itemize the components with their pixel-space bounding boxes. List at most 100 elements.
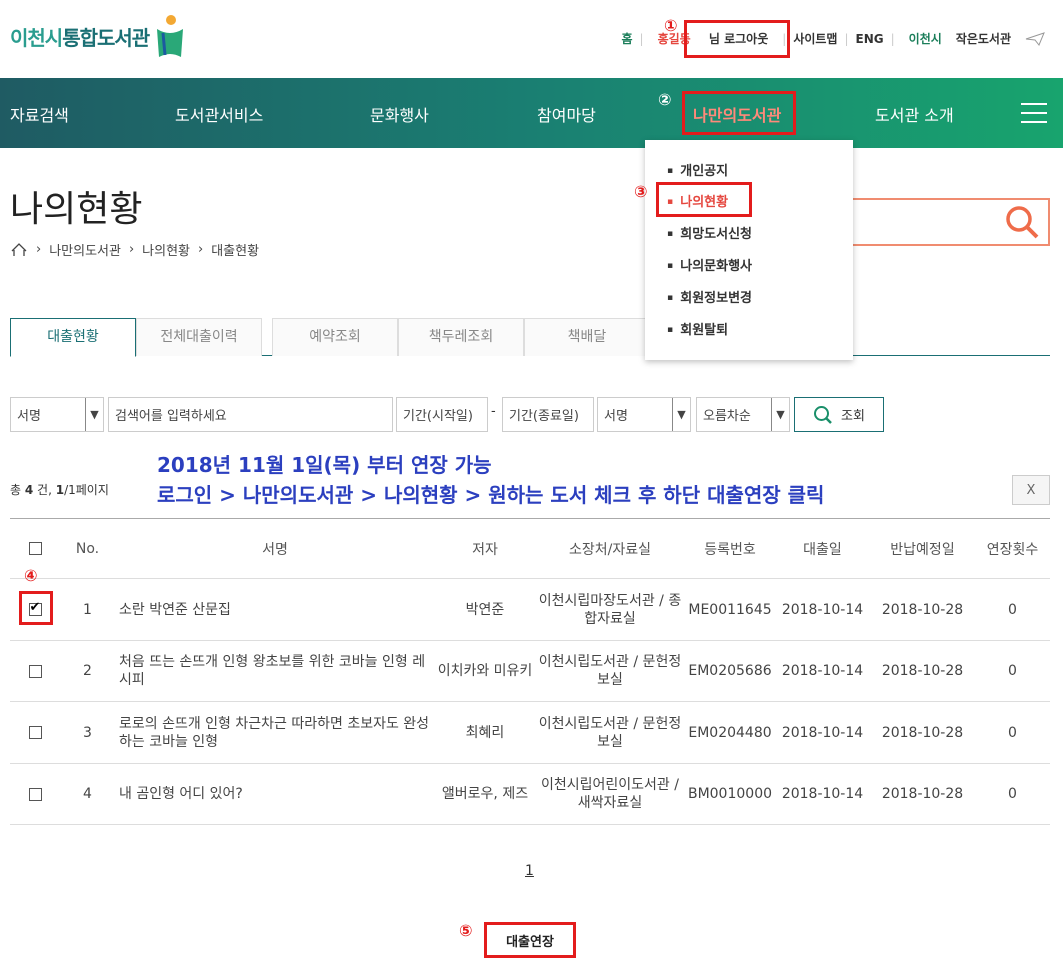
- annotation-box-2: [682, 91, 796, 135]
- loan-extend-button[interactable]: 대출연장: [484, 922, 576, 958]
- dropdown-item-withdraw[interactable]: 회원탈퇴: [667, 319, 728, 338]
- main-navigation: 자료검색 도서관서비스 문화행사 참여마당 나만의도서관 도서관 소개: [0, 78, 1063, 148]
- row-checkbox[interactable]: [28, 726, 42, 739]
- row-title[interactable]: 내 곰인형 어디 있어?: [115, 763, 435, 825]
- col-extensions: 연장횟수: [975, 518, 1050, 579]
- logo-text: 이천시통합도서관: [10, 25, 150, 50]
- row-reg-no: EM0204480: [685, 701, 775, 764]
- row-title[interactable]: 소란 박연준 산문집: [115, 578, 435, 641]
- chevron-down-icon: ▼: [672, 398, 690, 431]
- search-field-select[interactable]: 서명 ▼: [10, 397, 104, 432]
- row-loan-date: 2018-10-14: [775, 763, 870, 825]
- notice-line-1: 2018년 11월 1일(목) 부터 연장 가능: [157, 453, 492, 477]
- end-date-input[interactable]: 기간(종료일): [502, 397, 594, 432]
- col-title: 서명: [115, 518, 435, 579]
- row-extensions: 0: [975, 701, 1050, 764]
- tab-loan-status[interactable]: 대출현황: [10, 318, 136, 357]
- breadcrumb: › 나만의도서관 › 나의현황 › 대출현황: [10, 240, 259, 259]
- breadcrumb-item[interactable]: 나의현황: [142, 240, 190, 259]
- search-button[interactable]: 조회: [794, 397, 884, 432]
- home-link[interactable]: 홈: [621, 30, 632, 47]
- sort-field-select[interactable]: 서명 ▼: [597, 397, 691, 432]
- row-extensions: 0: [975, 640, 1050, 702]
- eng-link[interactable]: ENG: [856, 32, 884, 46]
- row-reg-no: ME0011645: [685, 578, 775, 641]
- keyword-input[interactable]: 검색어를 입력하세요: [108, 397, 393, 432]
- col-loan-date: 대출일: [775, 518, 870, 579]
- chevron-right-icon: ›: [128, 242, 135, 257]
- annotation-number-1: ①: [664, 16, 678, 35]
- col-author: 저자: [435, 518, 535, 579]
- nav-item-services[interactable]: 도서관서비스: [175, 102, 263, 126]
- search-icon[interactable]: [1004, 204, 1040, 240]
- row-title[interactable]: 처음 뜨는 손뜨개 인형 왕초보를 위한 코바늘 인형 레시피: [115, 640, 435, 702]
- col-no: No.: [60, 518, 115, 579]
- row-author: 앨버로우, 제즈: [435, 763, 535, 825]
- dropdown-item-personal-notice[interactable]: 개인공지: [667, 160, 728, 179]
- loan-table: No. 서명 저자 소장처/자료실 등록번호 대출일 반납예정일 연장횟수 1 …: [10, 518, 1050, 825]
- row-location: 이천시립어린이도서관 / 새싹자료실: [535, 763, 685, 825]
- tab-reservations[interactable]: 예약조회: [272, 318, 398, 356]
- row-loan-date: 2018-10-14: [775, 701, 870, 764]
- row-no: 2: [60, 640, 115, 702]
- home-icon[interactable]: [10, 242, 28, 257]
- top-utility-menu: 홈 | 홍길동 님 로그아웃 | 사이트맵 | ENG | 이천시 작은도서관: [614, 30, 1045, 47]
- select-all-checkbox[interactable]: [28, 542, 42, 555]
- hamburger-menu-icon[interactable]: [1021, 103, 1047, 123]
- table-header: No. 서명 저자 소장처/자료실 등록번호 대출일 반납예정일 연장횟수: [10, 518, 1050, 579]
- pagination-page-1[interactable]: 1: [525, 863, 534, 879]
- row-due-date: 2018-10-28: [870, 640, 975, 702]
- dropdown-item-my-events[interactable]: 나의문화행사: [667, 255, 752, 274]
- row-checkbox[interactable]: [28, 787, 42, 801]
- excel-download-icon[interactable]: X: [1012, 475, 1050, 505]
- nav-item-about[interactable]: 도서관 소개: [875, 102, 954, 126]
- table-row: 3 로로의 손뜨개 인형 차근차근 따라하면 초보자도 완성하는 코바늘 인형 …: [10, 701, 1050, 764]
- row-title[interactable]: 로로의 손뜨개 인형 차근차근 따라하면 초보자도 완성하는 코바늘 인형: [115, 701, 435, 764]
- col-reg-no: 등록번호: [685, 518, 775, 579]
- start-date-input[interactable]: 기간(시작일): [396, 397, 488, 432]
- dropdown-item-book-request[interactable]: 희망도서신청: [667, 223, 752, 242]
- sort-order-select[interactable]: 오름차순 ▼: [696, 397, 790, 432]
- nav-item-events[interactable]: 문화행사: [370, 102, 429, 126]
- dropdown-item-edit-member[interactable]: 회원정보변경: [667, 287, 752, 306]
- annotation-box-1: [684, 20, 790, 58]
- tab-book-delivery[interactable]: 책배달: [524, 318, 650, 356]
- row-no: 3: [60, 701, 115, 764]
- table-row: 1 소란 박연준 산문집 박연준 이천시립마장도서관 / 종합자료실 ME001…: [10, 578, 1050, 641]
- breadcrumb-item: 대출현황: [211, 244, 260, 259]
- row-no: 4: [60, 763, 115, 825]
- keyword-placeholder: 검색어를 입력하세요: [115, 409, 227, 424]
- nav-item-search[interactable]: 자료검색: [10, 102, 69, 126]
- result-summary: 총 4 건, 1/1페이지: [10, 483, 109, 497]
- chevron-right-icon: ›: [36, 242, 42, 257]
- extension-notice: 2018년 11월 1일(목) 부터 연장 가능 로그인 > 나만의도서관 > …: [157, 450, 824, 510]
- my-library-dropdown: 개인공지 나의현황 희망도서신청 나의문화행사 회원정보변경 회원탈퇴: [645, 140, 853, 360]
- nav-item-participation[interactable]: 참여마당: [537, 102, 596, 126]
- row-author: 이치카와 미유키: [435, 640, 535, 702]
- row-author: 박연준: [435, 578, 535, 641]
- site-logo[interactable]: 이천시통합도서관: [10, 8, 187, 64]
- row-checkbox[interactable]: [28, 664, 42, 678]
- site-search-box[interactable]: [845, 198, 1050, 246]
- annotation-number-2: ②: [658, 90, 672, 109]
- row-due-date: 2018-10-28: [870, 701, 975, 764]
- breadcrumb-item[interactable]: 나만의도서관: [49, 240, 121, 259]
- row-location: 이천시립도서관 / 문헌정보실: [535, 640, 685, 702]
- row-location: 이천시립마장도서관 / 종합자료실: [535, 578, 685, 641]
- page-title: 나의현황: [10, 189, 143, 230]
- loan-tabs: 대출현황 전체대출이력 예약조회 책두레조회 책배달: [10, 318, 1050, 357]
- tab-interlibrary[interactable]: 책두레조회: [398, 318, 524, 356]
- row-location: 이천시립도서관 / 문헌정보실: [535, 701, 685, 764]
- small-library-link[interactable]: 이천시 작은도서관: [902, 30, 1018, 47]
- row-extensions: 0: [975, 578, 1050, 641]
- sitemap-link[interactable]: 사이트맵: [793, 30, 837, 47]
- chevron-right-icon: ›: [198, 242, 204, 257]
- row-extensions: 0: [975, 763, 1050, 825]
- row-due-date: 2018-10-28: [870, 763, 975, 825]
- search-icon: [814, 405, 832, 424]
- logo-book-icon: [157, 15, 184, 57]
- row-author: 최혜리: [435, 701, 535, 764]
- tab-loan-history[interactable]: 전체대출이력: [136, 318, 262, 356]
- annotation-box-4: [19, 591, 53, 625]
- row-loan-date: 2018-10-14: [775, 578, 870, 641]
